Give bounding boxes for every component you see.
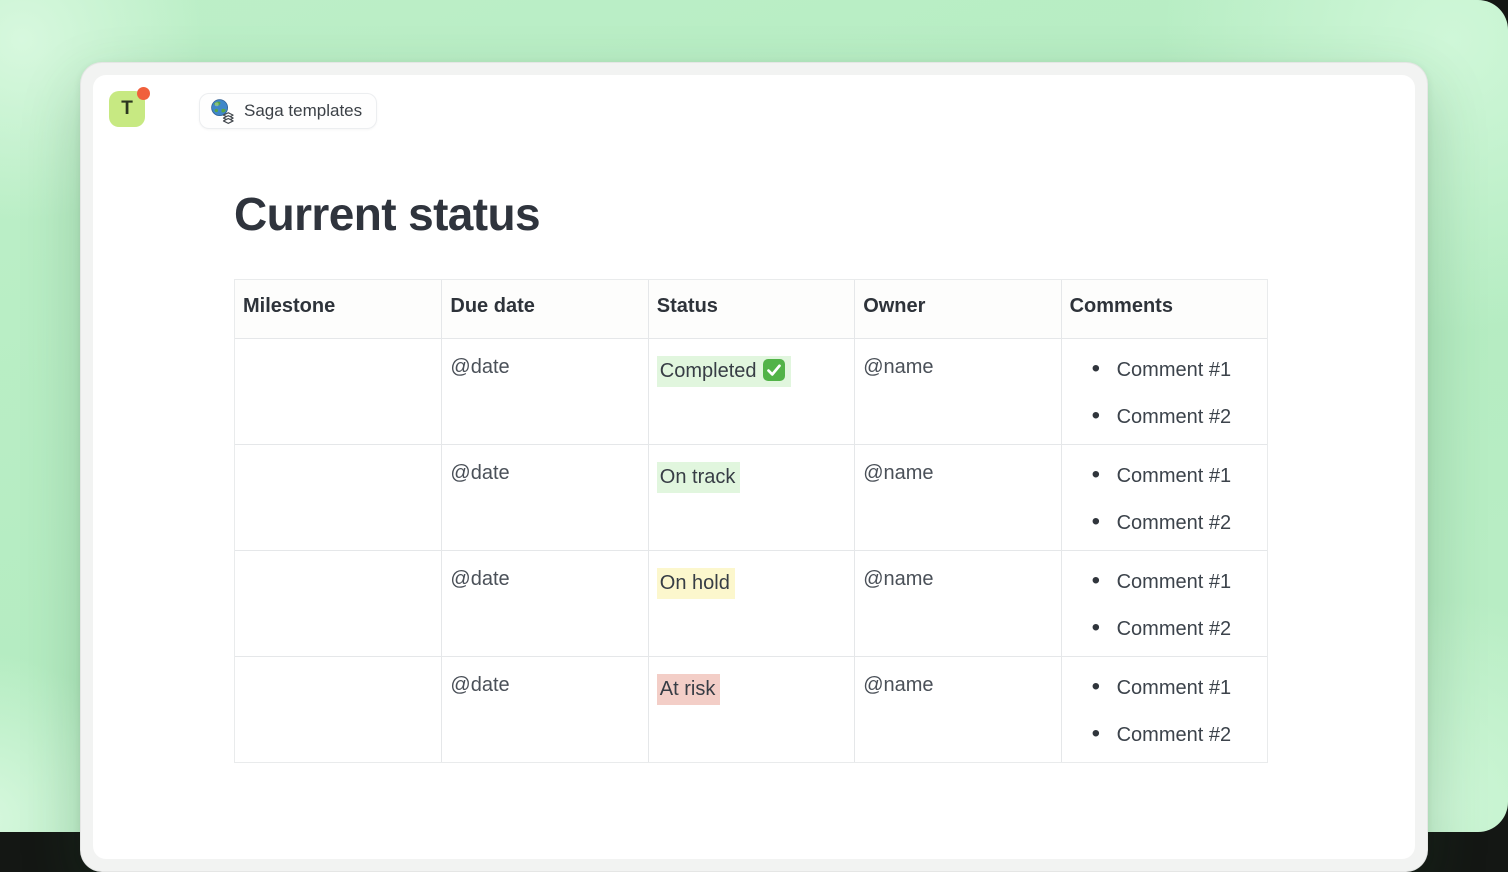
comment-item[interactable]: Comment #2 <box>1070 617 1259 641</box>
comment-item[interactable]: Comment #1 <box>1070 570 1259 594</box>
status-cell[interactable]: On hold <box>648 550 854 656</box>
owner-cell[interactable]: @name <box>854 656 1060 762</box>
column-header-milestone[interactable]: Milestone <box>235 280 441 338</box>
milestone-cell[interactable] <box>235 550 441 656</box>
comment-item[interactable]: Comment #1 <box>1070 676 1259 700</box>
due-date-cell[interactable]: @date <box>441 338 647 444</box>
check-mark-emoji-icon <box>762 358 786 382</box>
column-header-owner[interactable]: Owner <box>854 280 1060 338</box>
comments-cell[interactable]: Comment #1 Comment #2 <box>1061 656 1267 762</box>
status-table: Milestone Due date Status Owner Comments… <box>234 279 1268 763</box>
comment-item[interactable]: Comment #2 <box>1070 723 1259 747</box>
comments-cell[interactable]: Comment #1 Comment #2 <box>1061 444 1267 550</box>
column-header-status[interactable]: Status <box>648 280 854 338</box>
status-label: Completed <box>660 360 757 382</box>
globe-layers-icon <box>209 98 236 125</box>
owner-cell[interactable]: @name <box>854 444 1060 550</box>
milestone-cell[interactable] <box>235 338 441 444</box>
comment-item[interactable]: Comment #1 <box>1070 464 1259 488</box>
comment-item[interactable]: Comment #2 <box>1070 405 1259 429</box>
due-date-cell[interactable]: @date <box>441 550 647 656</box>
breadcrumb[interactable]: Saga templates <box>199 93 377 129</box>
app-window-content: T Saga templates Current status <box>93 75 1415 859</box>
comments-list: Comment #1 Comment #2 <box>1070 464 1259 535</box>
app-window: T Saga templates Current status <box>80 62 1428 872</box>
milestone-cell[interactable] <box>235 444 441 550</box>
status-cell[interactable]: On track <box>648 444 854 550</box>
status-highlight: At risk <box>657 674 721 705</box>
status-highlight: On track <box>657 462 741 493</box>
comments-cell[interactable]: Comment #1 Comment #2 <box>1061 550 1267 656</box>
breadcrumb-label: Saga templates <box>244 101 362 121</box>
comment-item[interactable]: Comment #2 <box>1070 511 1259 535</box>
status-cell[interactable]: At risk <box>648 656 854 762</box>
page-title[interactable]: Current status <box>234 187 540 241</box>
comment-item[interactable]: Comment #1 <box>1070 358 1259 382</box>
comments-list: Comment #1 Comment #2 <box>1070 570 1259 641</box>
comments-list: Comment #1 Comment #2 <box>1070 676 1259 747</box>
column-header-due-date[interactable]: Due date <box>441 280 647 338</box>
owner-cell[interactable]: @name <box>854 338 1060 444</box>
due-date-cell[interactable]: @date <box>441 444 647 550</box>
workspace-avatar-letter: T <box>121 98 133 120</box>
comments-list: Comment #1 Comment #2 <box>1070 358 1259 429</box>
status-cell[interactable]: Completed <box>648 338 854 444</box>
comments-cell[interactable]: Comment #1 Comment #2 <box>1061 338 1267 444</box>
milestone-cell[interactable] <box>235 656 441 762</box>
status-highlight: Completed <box>657 356 791 387</box>
workspace-avatar[interactable]: T <box>109 91 145 127</box>
due-date-cell[interactable]: @date <box>441 656 647 762</box>
status-highlight: On hold <box>657 568 735 599</box>
column-header-comments[interactable]: Comments <box>1061 280 1267 338</box>
notification-dot <box>137 87 150 100</box>
owner-cell[interactable]: @name <box>854 550 1060 656</box>
